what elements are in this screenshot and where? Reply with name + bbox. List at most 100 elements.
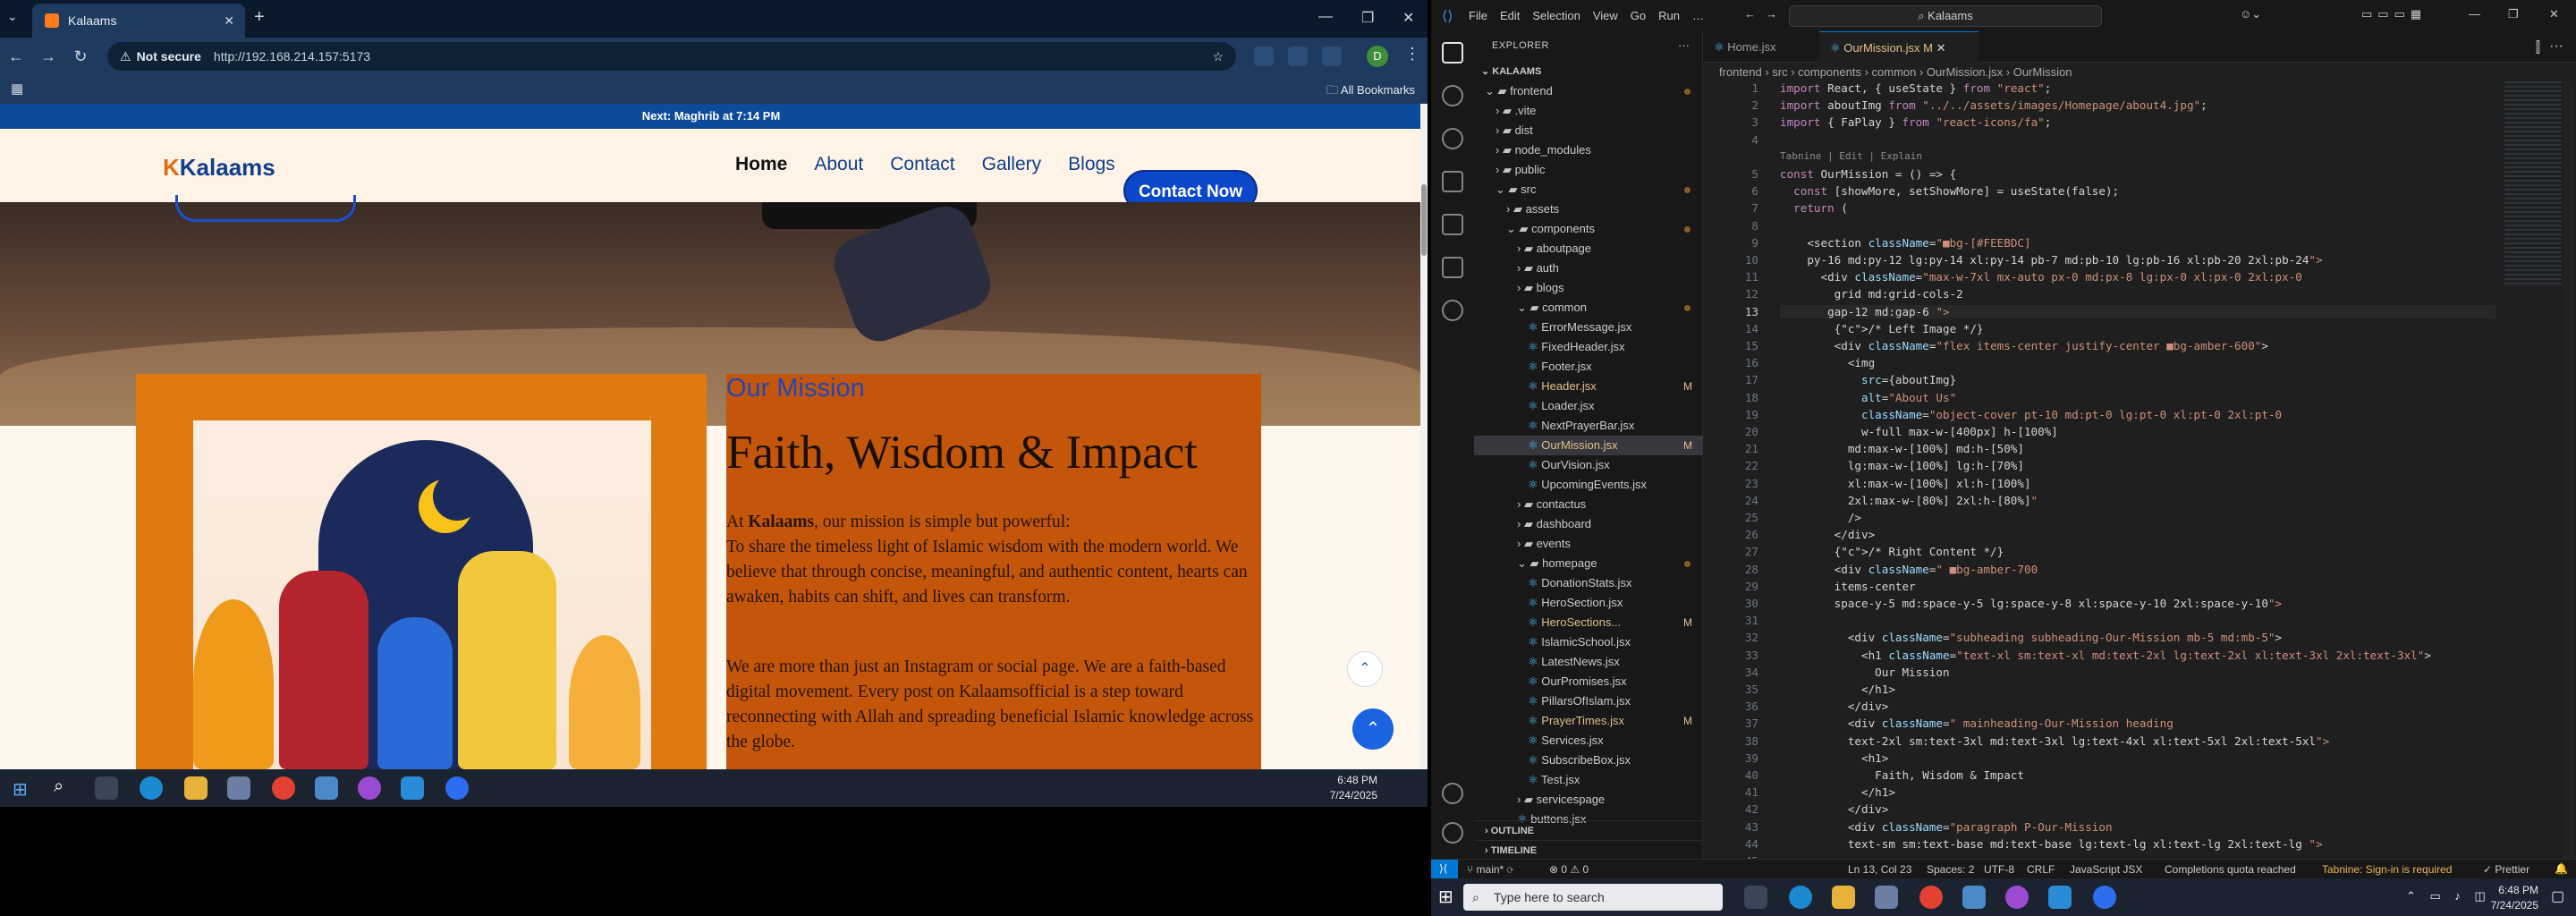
github-desktop-icon[interactable] (2005, 886, 2029, 909)
file-explorer-icon[interactable] (184, 776, 208, 800)
language-mode[interactable]: JavaScript JSX (2070, 863, 2142, 876)
menu-edit[interactable]: Edit (1500, 9, 1520, 22)
zoom-icon[interactable] (445, 776, 469, 800)
task-view-icon[interactable] (1744, 886, 1767, 909)
editor-scrollbar[interactable] (2563, 81, 2574, 859)
code-line[interactable]: <div className=" mainheading-Our-Mission… (1780, 717, 2174, 730)
code-line[interactable]: return ( (1780, 201, 1848, 215)
bookmark-star-icon[interactable]: ☆ (1212, 49, 1224, 64)
page-scrollbar[interactable] (1420, 104, 1428, 769)
code-editor[interactable]: 1 import React, { useState } from "react"… (1703, 81, 2576, 868)
tree-folder[interactable]: › ▰ events (1474, 534, 1703, 554)
maximize-icon[interactable]: ❐ (1361, 9, 1374, 27)
tree-file[interactable]: ⚛ FixedHeader.jsx (1474, 337, 1703, 357)
taskbar-search-input[interactable]: ⌕ Type here to search (1463, 884, 1723, 911)
nav-about[interactable]: About (814, 154, 863, 175)
tab-ourmission-jsx[interactable]: ⚛ OurMission.jsx M ✕ (1819, 31, 1979, 63)
code-line[interactable]: text-2xl sm:text-3xl md:text-3xl lg:text… (1780, 734, 2329, 748)
chrome-icon[interactable] (272, 776, 295, 800)
code-line[interactable]: </div> (1780, 802, 1889, 816)
tree-folder[interactable]: ⌄ ▰ components (1474, 219, 1703, 239)
windows-start-icon[interactable]: ⊞ (13, 778, 28, 801)
tree-file[interactable]: ⚛ HeroSection.jsx (1474, 593, 1703, 613)
tree-file[interactable]: ⚛ NextPrayerBar.jsx (1474, 416, 1703, 436)
vscode-close-icon[interactable]: ✕ (2549, 7, 2559, 21)
code-line[interactable]: import React, { useState } from "react"; (1780, 81, 2051, 95)
apps-grid-icon[interactable]: ▦ (11, 81, 23, 97)
menu-view[interactable]: View (1593, 9, 1618, 22)
notification-center-icon[interactable]: ▢ (2551, 887, 2564, 905)
tree-file[interactable]: ⚛ UpcomingEvents.jsx (1474, 475, 1703, 495)
app-icon[interactable] (1962, 886, 1986, 909)
code-line[interactable]: <div className=" ■bg-amber-700 (1780, 563, 2038, 576)
tree-file[interactable]: ⚛ OurMission.jsx M (1474, 436, 1703, 455)
tree-folder[interactable]: › ▰ blogs (1474, 278, 1703, 298)
tree-folder[interactable]: › ▰ dist (1474, 121, 1703, 140)
codelens[interactable]: Tabnine | Edit | Explain (1780, 150, 1922, 162)
code-line[interactable]: grid md:grid-cols-2 (1780, 287, 1963, 301)
code-line[interactable]: 2xl:max-w-[80%] 2xl:h-[80%]" (1780, 494, 2038, 507)
nav-gallery[interactable]: Gallery (982, 154, 1042, 175)
line-endings[interactable]: CRLF (2027, 863, 2055, 876)
code-line[interactable]: const [showMore, setShowMore] = useState… (1780, 184, 2119, 198)
editor-more-icon[interactable]: ··· (2549, 38, 2563, 55)
close-tab-icon[interactable]: ✕ (1936, 41, 1946, 55)
tree-file[interactable]: ⚛ PrayerTimes.jsx M (1474, 711, 1703, 731)
tree-file[interactable]: ⚛ PillarsOfIslam.jsx (1474, 691, 1703, 711)
tree-file[interactable]: ⚛ Services.jsx (1474, 731, 1703, 751)
account-icon[interactable] (1442, 783, 1463, 804)
code-line[interactable]: md:max-w-[100%] md:h-[50%] (1780, 442, 2024, 455)
completions-status[interactable]: Completions quota reached (2165, 863, 2296, 876)
tree-file[interactable]: ⚛ IslamicSchool.jsx (1474, 632, 1703, 652)
tabnine-status[interactable]: Tabnine: Sign-in is required (2322, 863, 2452, 876)
tree-folder[interactable]: ⌄ ▰ src (1474, 180, 1703, 199)
tree-folder[interactable]: › ▰ contactus (1474, 495, 1703, 514)
nav-back-icon[interactable]: ← (1744, 7, 1756, 21)
copilot-icon[interactable]: ☺⌄ (2240, 7, 2261, 21)
menu-kebab-icon[interactable]: ⋮ (1404, 45, 1420, 64)
cursor-position[interactable]: Ln 13, Col 23 (1848, 863, 1911, 876)
explorer-icon[interactable] (1442, 42, 1463, 64)
nav-contact[interactable]: Contact (890, 154, 954, 175)
settings-gear-icon[interactable] (1442, 822, 1463, 844)
tabnine-icon[interactable] (1442, 300, 1463, 321)
vscode-icon[interactable] (2048, 886, 2072, 909)
tree-folder[interactable]: ⌄ ▰ frontend (1474, 81, 1703, 101)
tree-file[interactable]: ⚛ Footer.jsx (1474, 357, 1703, 377)
encoding[interactable]: UTF-8 (1984, 863, 2014, 876)
code-line[interactable]: const OurMission = () => { (1780, 167, 1956, 181)
nav-home[interactable]: Home (735, 154, 787, 175)
code-line[interactable]: </h1> (1780, 683, 1895, 696)
new-tab-button[interactable]: + (254, 7, 265, 28)
tree-file[interactable]: ⚛ HeroSections... M (1474, 613, 1703, 632)
vscode-minimize-icon[interactable]: — (2469, 7, 2480, 21)
timeline-section[interactable]: › TIMELINE (1474, 840, 1703, 860)
all-bookmarks-button[interactable]: 🗀 All Bookmarks (1326, 82, 1415, 102)
puzzle-icon[interactable] (1322, 47, 1342, 66)
minimap[interactable] (2504, 81, 2562, 287)
code-line[interactable]: text-sm sm:text-base md:text-base lg:tex… (1780, 837, 2323, 851)
tree-file[interactable]: ⚛ OurVision.jsx (1474, 455, 1703, 475)
app-icon[interactable] (315, 776, 338, 800)
prettier-status[interactable]: ✓ Prettier (2483, 863, 2529, 876)
zoom-icon[interactable] (2093, 886, 2116, 909)
extensions-icon[interactable] (1442, 214, 1463, 235)
tree-file[interactable]: ⚛ Test.jsx (1474, 770, 1703, 790)
tree-folder[interactable]: › ▰ node_modules (1474, 140, 1703, 160)
tree-file[interactable]: ⚛ Loader.jsx (1474, 396, 1703, 416)
code-line[interactable]: {"c">/* Left Image */} (1780, 322, 1984, 335)
code-line[interactable]: </h1> (1780, 785, 1895, 799)
reload-icon[interactable]: ↻ (64, 47, 97, 66)
code-line[interactable]: </div> (1780, 528, 1876, 541)
profile-avatar[interactable]: D (1367, 46, 1388, 67)
nav-forward-icon[interactable]: → (1766, 7, 1777, 21)
tab-list-button[interactable]: ⌄ (7, 9, 18, 24)
code-line[interactable]: <div className="paragraph P-Our-Mission (1780, 820, 2113, 834)
left-clock[interactable]: 6:48 PM 7/24/2025 (1330, 773, 1377, 803)
hero-button-fragment[interactable] (175, 195, 356, 222)
code-line[interactable]: {"c">/* Right Content */} (1780, 545, 2004, 558)
tree-file[interactable]: ⚛ OurPromises.jsx (1474, 672, 1703, 691)
windows-start-icon[interactable]: ⊞ (1438, 886, 1453, 908)
menu-file[interactable]: File (1469, 9, 1487, 22)
code-line[interactable]: </div> (1780, 700, 1889, 713)
